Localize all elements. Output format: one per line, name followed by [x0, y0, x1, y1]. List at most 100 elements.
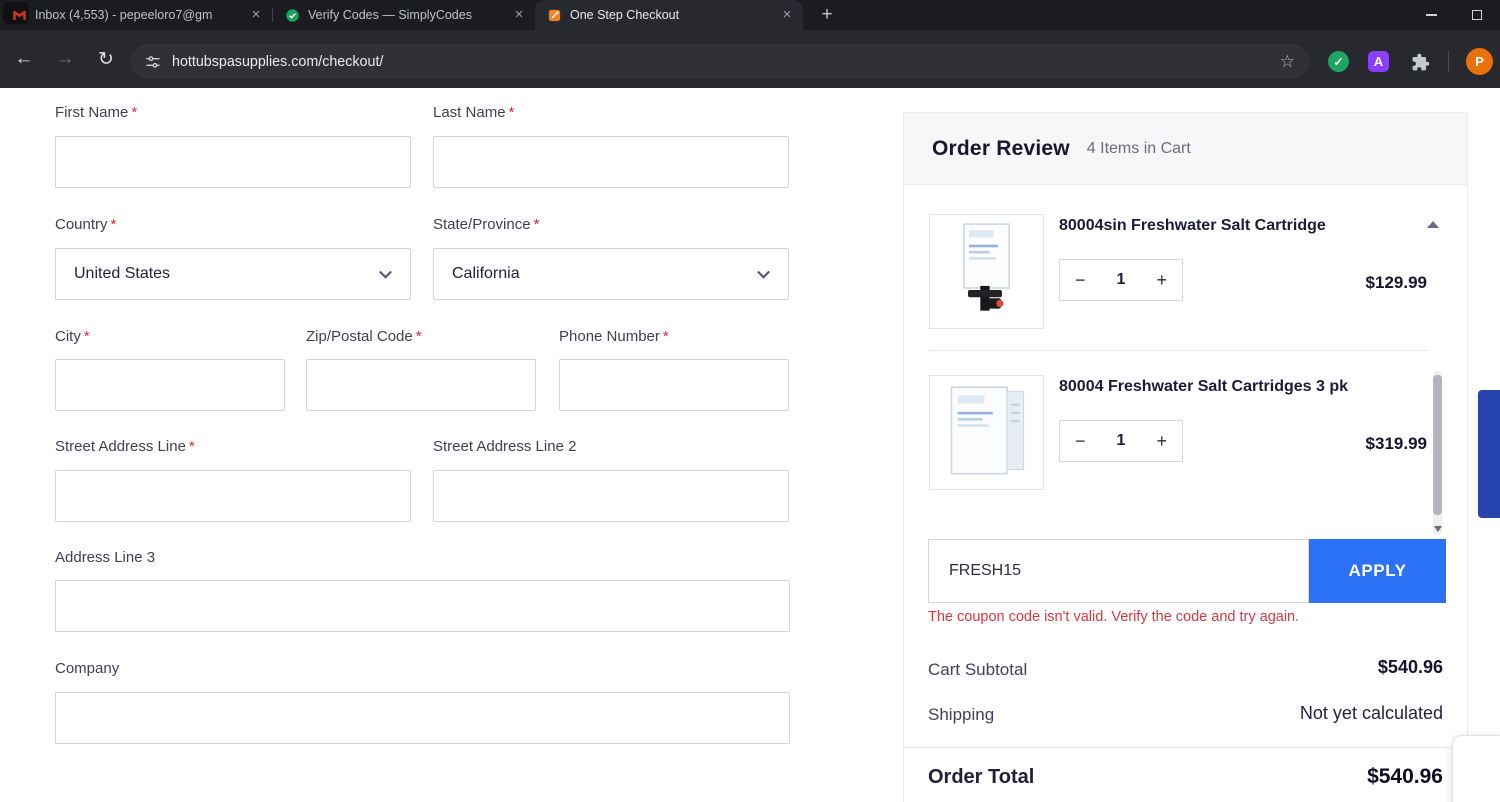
feedback-side-tab[interactable] — [1478, 390, 1500, 518]
order-review-panel: Order Review 4 Items in Cart 80004sin Fr… — [903, 112, 1468, 802]
items-in-cart-count: 4 Items in Cart — [1086, 139, 1191, 157]
order-total-label: Order Total — [928, 766, 1035, 788]
address3-input[interactable] — [55, 580, 790, 632]
profile-avatar[interactable]: P — [1466, 48, 1493, 75]
coupon-error-message: The coupon code isn't valid. Verify the … — [928, 609, 1300, 625]
extension-letter-icon[interactable]: A — [1368, 51, 1389, 72]
maximize-icon — [1472, 10, 1482, 20]
window-controls — [1408, 0, 1500, 30]
country-select[interactable]: United States — [55, 248, 411, 300]
required-marker: * — [508, 104, 515, 121]
address3-label: Address Line 3 — [55, 549, 156, 566]
tab-checkout-active[interactable]: One Step Checkout × — [535, 0, 803, 30]
country-label: Country * — [55, 216, 117, 233]
bookmark-star-icon[interactable]: ☆ — [1280, 52, 1295, 72]
site-info-icon[interactable] — [145, 54, 161, 70]
city-input[interactable] — [55, 359, 285, 411]
qty-plus-button[interactable]: + — [1156, 270, 1167, 291]
tab-gmail[interactable]: Inbox (4,553) - pepeeloro7@gm × — [0, 0, 272, 30]
tab-title: Verify Codes — SimplyCodes — [308, 8, 472, 22]
coupon-code-input[interactable] — [928, 539, 1309, 603]
reload-button[interactable]: ↻ — [89, 42, 123, 76]
qty-value[interactable]: 1 — [1117, 432, 1126, 450]
chat-widget-button[interactable] — [1452, 735, 1500, 802]
back-button[interactable]: ← — [7, 42, 41, 76]
company-label: Company — [55, 660, 120, 677]
street1-input[interactable] — [55, 470, 411, 522]
scroll-down-icon[interactable] — [1433, 526, 1442, 532]
tab-title: One Step Checkout — [570, 8, 680, 22]
city-label: City * — [55, 328, 90, 345]
extension-simplycodes-icon[interactable]: ✓ — [1328, 51, 1349, 72]
new-tab-button[interactable]: + — [813, 1, 841, 29]
first-name-input[interactable] — [55, 136, 411, 188]
shipping-value: Not yet calculated — [1299, 703, 1443, 723]
required-marker: * — [83, 328, 90, 345]
state-select[interactable]: California — [433, 248, 789, 300]
required-marker: * — [131, 104, 138, 121]
qty-plus-button[interactable]: + — [1156, 431, 1167, 452]
forward-button[interactable]: → — [48, 42, 82, 76]
qty-value[interactable]: 1 — [1117, 271, 1126, 289]
url-text: hottubspasupplies.com/checkout/ — [172, 53, 384, 70]
qty-minus-button[interactable]: − — [1075, 431, 1086, 452]
first-name-label: First Name * — [55, 104, 138, 121]
minimize-icon — [1425, 14, 1437, 16]
last-name-label: Last Name * — [433, 104, 515, 121]
street2-input[interactable] — [433, 470, 789, 522]
order-review-header: Order Review 4 Items in Cart — [904, 113, 1467, 185]
required-marker: * — [415, 328, 422, 345]
last-name-input[interactable] — [433, 136, 789, 188]
quantity-stepper: − 1 + — [1059, 259, 1183, 301]
qty-minus-button[interactable]: − — [1075, 270, 1086, 291]
tab-simplycodes[interactable]: Verify Codes — SimplyCodes × — [273, 0, 535, 30]
chevron-down-icon — [757, 265, 770, 279]
item-price: $319.99 — [1365, 434, 1427, 453]
apply-coupon-button[interactable]: APPLY — [1309, 539, 1446, 603]
totals-divider — [904, 747, 1467, 748]
state-value: California — [452, 265, 520, 282]
required-marker: * — [110, 216, 117, 233]
phone-input[interactable] — [559, 359, 789, 411]
maximize-button[interactable] — [1454, 0, 1500, 30]
browser-window: Inbox (4,553) - pepeeloro7@gm × Verify C… — [0, 0, 1500, 802]
order-total-value: $540.96 — [1367, 765, 1443, 788]
order-review-title: Order Review — [932, 136, 1070, 160]
item-name: 80004 Freshwater Salt Cartridges 3 pk — [1059, 378, 1349, 395]
product-image — [929, 375, 1044, 490]
minimize-button[interactable] — [1408, 0, 1454, 30]
browser-chrome: Inbox (4,553) - pepeeloro7@gm × Verify C… — [0, 0, 1500, 88]
tab-close-icon[interactable]: × — [511, 7, 527, 23]
chevron-down-icon — [379, 265, 392, 279]
phone-label: Phone Number * — [559, 328, 669, 345]
item-divider — [929, 350, 1429, 351]
checkout-icon — [547, 8, 562, 23]
street1-label: Street Address Line * — [55, 438, 195, 455]
tab-title: Inbox (4,553) - pepeeloro7@gm — [35, 8, 213, 22]
gmail-icon — [12, 8, 27, 23]
items-scrollbar[interactable] — [1433, 371, 1442, 535]
required-marker: * — [188, 438, 195, 455]
collapse-item-icon[interactable] — [1427, 221, 1439, 228]
item-price: $129.99 — [1365, 273, 1427, 292]
zip-label: Zip/Postal Code * — [306, 328, 422, 345]
scrollbar-thumb[interactable] — [1433, 375, 1442, 515]
street2-label: Street Address Line 2 — [433, 438, 577, 455]
tab-close-icon[interactable]: × — [248, 7, 264, 23]
zip-input[interactable] — [306, 359, 536, 411]
company-input[interactable] — [55, 692, 790, 744]
toolbar-separator — [1448, 51, 1449, 72]
address-bar[interactable]: hottubspasupplies.com/checkout/ ☆ — [130, 44, 1310, 79]
shipping-label: Shipping — [928, 705, 995, 724]
extensions-puzzle-icon[interactable] — [1408, 50, 1432, 74]
item-name: 80004sin Freshwater Salt Cartridge — [1059, 217, 1326, 234]
required-marker: * — [662, 328, 669, 345]
quantity-stepper: − 1 + — [1059, 420, 1183, 462]
tab-close-icon[interactable]: × — [779, 7, 795, 23]
state-label: State/Province * — [433, 216, 540, 233]
product-image — [929, 214, 1044, 329]
simplycodes-icon — [285, 8, 300, 23]
subtotal-value: $540.96 — [1377, 657, 1443, 677]
country-value: United States — [74, 265, 171, 282]
required-marker: * — [533, 216, 540, 233]
